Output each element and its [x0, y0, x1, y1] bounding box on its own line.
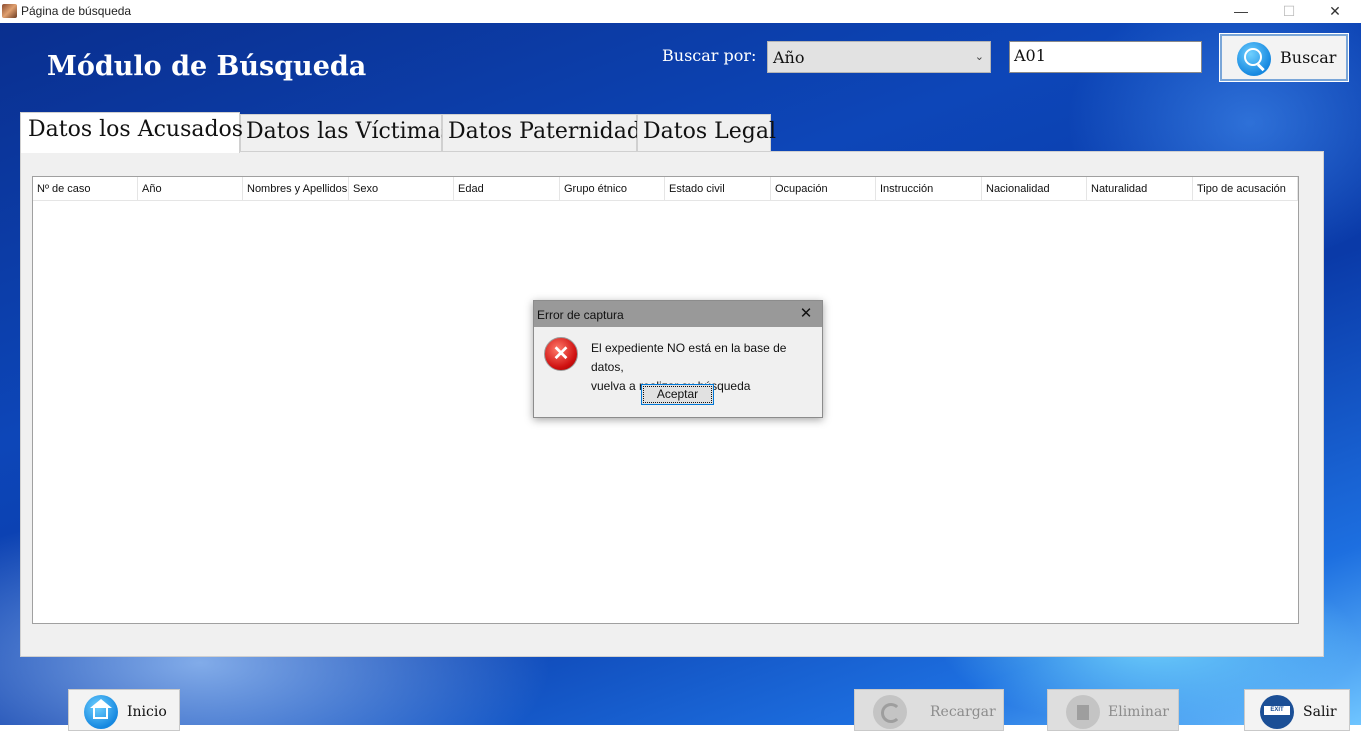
maximize-button[interactable]: ☐ [1266, 0, 1312, 23]
home-icon [84, 695, 118, 729]
search-field-value: Año [773, 48, 805, 67]
search-input[interactable]: A01 [1009, 41, 1202, 73]
dialog-titlebar: Error de captura ✕ [534, 301, 822, 327]
tab-acusados[interactable]: Datos los Acusados [20, 112, 243, 153]
tab-paternidad[interactable]: Datos Paternidad [442, 114, 641, 152]
column-header-estado-civil[interactable]: Estado civil [665, 177, 771, 200]
dialog-close-button[interactable]: ✕ [796, 305, 816, 323]
chevron-down-icon: ⌄ [974, 51, 984, 63]
delete-button-label: Eliminar [1108, 704, 1169, 720]
tab-legal[interactable]: Datos Legal [637, 114, 776, 152]
column-header-naturalidad[interactable]: Naturalidad [1087, 177, 1193, 200]
search-field-select[interactable]: Año ⌄ [767, 41, 991, 73]
dialog-message-line1: El expediente NO está en la base de dato… [591, 341, 787, 374]
exit-badge: EXIT [1264, 706, 1290, 715]
table-header: Nº de caso Año Nombres y Apellidos Sexo … [33, 177, 1298, 201]
column-header-tipo-acusacion[interactable]: Tipo de acusación [1193, 177, 1298, 200]
trash-icon [1066, 695, 1100, 729]
home-button-label: Inicio [127, 704, 167, 720]
minimize-button[interactable]: — [1218, 0, 1264, 23]
search-by-label: Buscar por: [662, 46, 757, 65]
column-header-nacionalidad[interactable]: Nacionalidad [982, 177, 1087, 200]
column-header-num-caso[interactable]: Nº de caso [33, 177, 138, 200]
search-button[interactable]: Buscar [1219, 33, 1349, 82]
search-button-label: Buscar [1280, 48, 1337, 67]
error-icon: ✕ [544, 337, 578, 371]
column-header-nombres[interactable]: Nombres y Apellidos [243, 177, 349, 200]
close-window-button[interactable]: ✕ [1312, 0, 1358, 23]
column-header-instruccion[interactable]: Instrucción [876, 177, 982, 200]
window-titlebar: Página de búsqueda — ☐ ✕ [0, 0, 1361, 23]
accept-button[interactable]: Aceptar [641, 384, 714, 405]
search-icon [1237, 42, 1271, 76]
column-header-sexo[interactable]: Sexo [349, 177, 454, 200]
exit-button-label: Salir [1303, 704, 1337, 720]
tab-victimas[interactable]: Datos las Víctimas [240, 114, 452, 152]
page-title: Módulo de Búsqueda [47, 51, 367, 82]
column-header-anio[interactable]: Año [138, 177, 243, 200]
dialog-title: Error de captura [537, 308, 624, 322]
column-header-grupo-etnico[interactable]: Grupo étnico [560, 177, 665, 200]
reload-button-label: Recargar [930, 704, 996, 720]
app-icon [2, 4, 17, 18]
window-title: Página de búsqueda [21, 4, 132, 18]
reload-icon [873, 695, 907, 729]
exit-icon: EXIT [1260, 695, 1294, 729]
column-header-ocupacion[interactable]: Ocupación [771, 177, 876, 200]
error-dialog: Error de captura ✕ ✕ El expediente NO es… [533, 300, 823, 418]
column-header-edad[interactable]: Edad [454, 177, 560, 200]
